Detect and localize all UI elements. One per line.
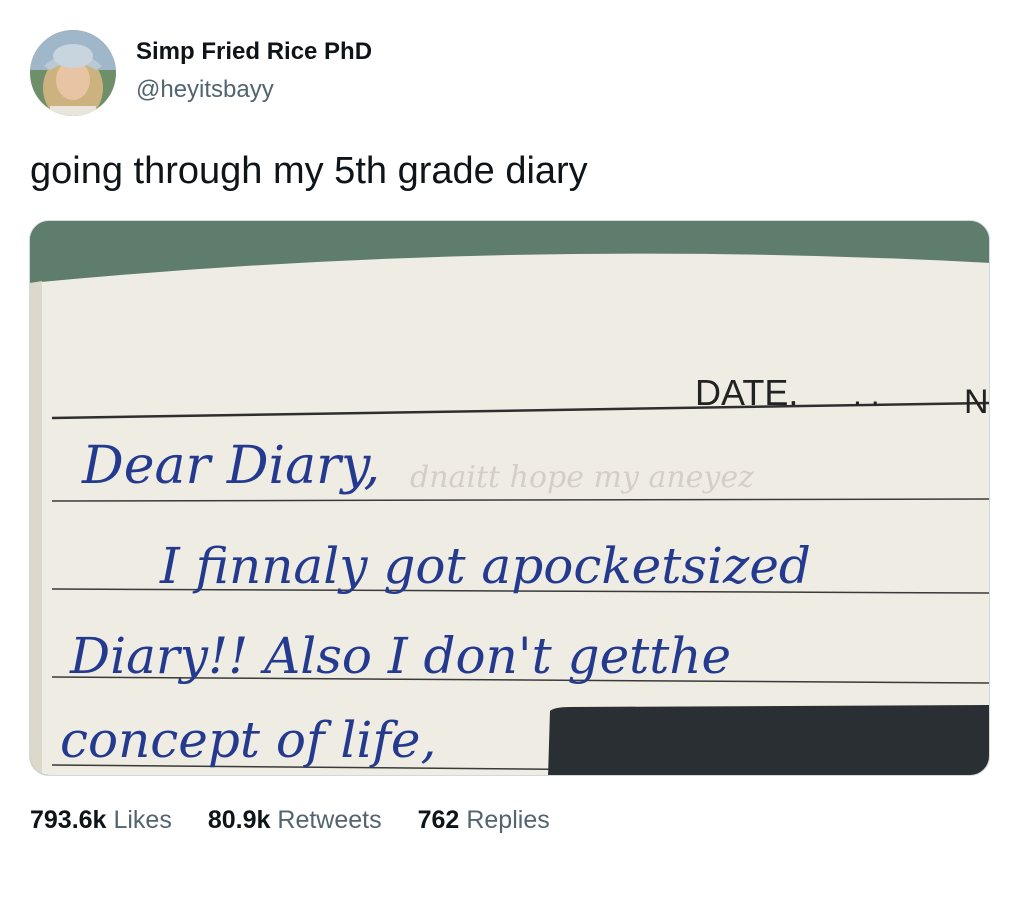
engagement-stats: 793.6k Likes 80.9k Retweets 762 Replies (30, 806, 550, 835)
handwriting-line-1: Dear Diary, (81, 436, 380, 496)
handwriting-line-4: concept of life, (60, 711, 436, 769)
tweet-text: going through my 5th grade diary (30, 150, 588, 192)
author-handle[interactable]: @heyitsbayy (136, 76, 274, 104)
printed-label-right: N (964, 383, 989, 421)
likes-label: Likes (113, 806, 172, 834)
retweets-label: Retweets (277, 806, 382, 834)
avatar-image (30, 30, 116, 116)
replies-label: Replies (466, 806, 550, 834)
author-display-name[interactable]: Simp Fried Rice PhD (136, 38, 372, 66)
retweets-count: 80.9k (207, 806, 271, 834)
likes-count: 793.6k (30, 806, 107, 834)
printed-date-label: DATE. (695, 372, 798, 413)
tweet-photo[interactable]: DATE. . . N dnaitt hope my aneyez Dear D… (29, 220, 990, 776)
handwriting-line-2: I finnaly got apocketsized (159, 537, 811, 595)
replies-stat[interactable]: 762 Replies (418, 806, 550, 835)
tweet-card: Simp Fried Rice PhD @heyitsbayy going th… (0, 0, 1019, 897)
likes-stat[interactable]: 793.6k Likes (30, 806, 172, 835)
avatar[interactable] (30, 30, 116, 116)
redaction-box (548, 705, 989, 775)
retweets-stat[interactable]: 80.9k Retweets (208, 806, 382, 835)
printed-dots: . . (853, 376, 880, 412)
handwriting-line-3: Diary!! Also I don't getthe (69, 627, 731, 685)
replies-count: 762 (417, 806, 460, 834)
bleed-through-text: dnaitt hope my aneyez (410, 460, 754, 495)
diary-photo: DATE. . . N dnaitt hope my aneyez Dear D… (30, 221, 989, 775)
